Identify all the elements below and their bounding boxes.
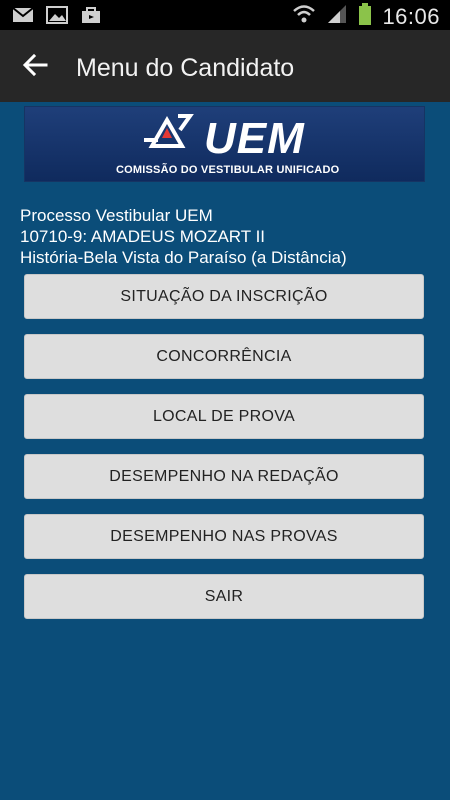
store-icon [80,6,102,24]
clock: 16:06 [382,3,440,29]
local-de-prova-button[interactable]: LOCAL DE PROVA [24,394,424,439]
action-bar: Menu do Candidato [0,30,450,102]
candidate-info: Processo Vestibular UEM 10710-9: AMADEUS… [20,205,347,268]
uem-logo-text: UEM [204,114,305,163]
gallery-icon [46,6,68,24]
arrow-left-icon[interactable] [22,52,48,78]
gmail-icon [12,6,34,24]
desempenho-redacao-button[interactable]: DESEMPENHO NA REDAÇÃO [24,454,424,499]
wifi-icon [292,4,316,29]
battery-icon [358,3,372,30]
signal-icon [326,4,348,29]
candidate-course: História-Bela Vista do Paraíso (a Distân… [20,248,347,267]
concorrencia-button[interactable]: CONCORRÊNCIA [24,334,424,379]
banner-subtitle: COMISSÃO DO VESTIBULAR UNIFICADO [116,164,340,176]
candidate-menu: SITUAÇÃO DA INSCRIÇÃO CONCORRÊNCIA LOCAL… [24,274,426,634]
uem-logo-emblem-icon [142,108,212,160]
candidate-name: 10710-9: AMADEUS MOZART II [20,227,266,246]
page-title: Menu do Candidato [76,54,295,82]
desempenho-provas-button[interactable]: DESEMPENHO NAS PROVAS [24,514,424,559]
status-bar: 16:06 [0,0,450,30]
uem-banner: UEM COMISSÃO DO VESTIBULAR UNIFICADO [24,106,425,182]
sair-button[interactable]: SAIR [24,574,424,619]
process-label: Processo Vestibular UEM [20,206,213,225]
situacao-inscricao-button[interactable]: SITUAÇÃO DA INSCRIÇÃO [24,274,424,319]
